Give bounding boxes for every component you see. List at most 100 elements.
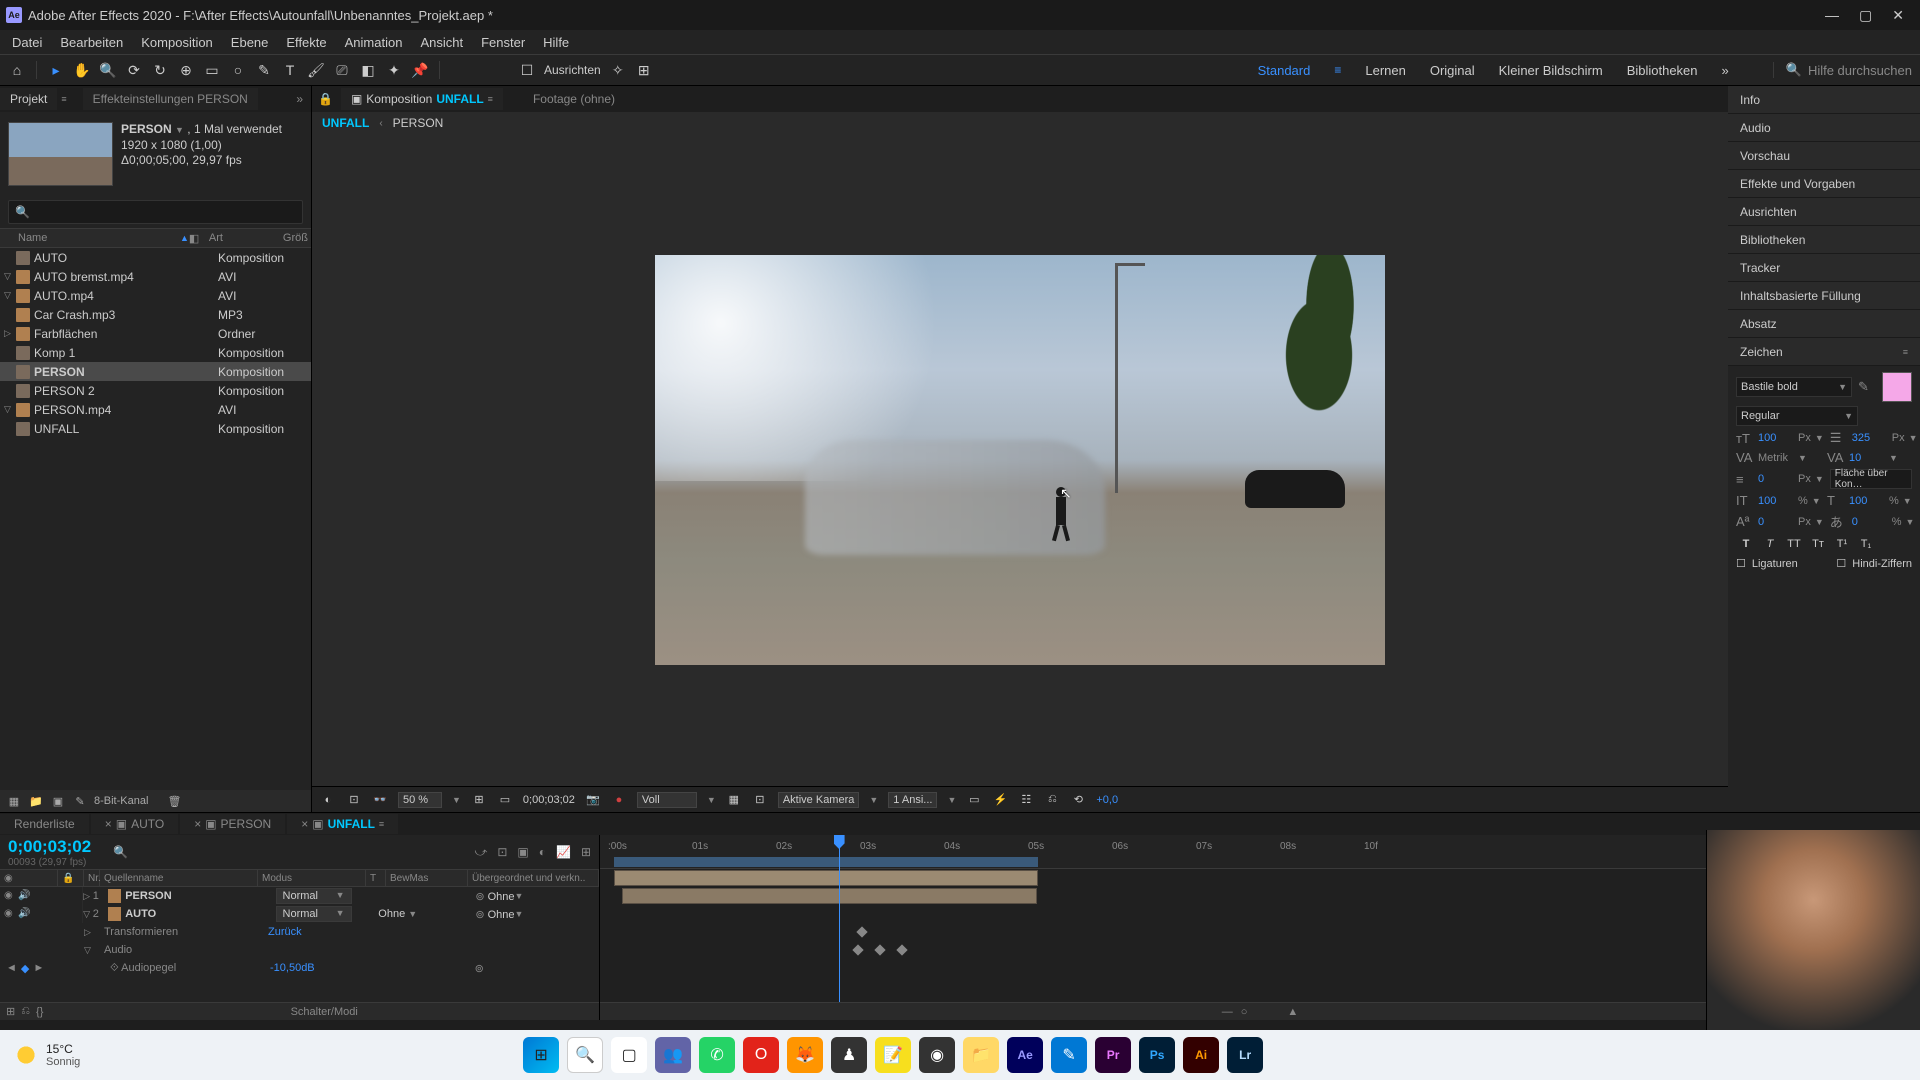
av-toggle-icon[interactable]: ◉: [4, 873, 13, 884]
menu-datei[interactable]: Datei: [4, 33, 50, 52]
views-dropdown[interactable]: 1 Ansi...: [888, 792, 937, 808]
pen-tool-icon[interactable]: ✎: [255, 61, 273, 79]
panel-tracker[interactable]: Tracker: [1728, 254, 1920, 282]
app-icon[interactable]: ✎: [1051, 1037, 1087, 1073]
premiere-icon[interactable]: Pr: [1095, 1037, 1131, 1073]
photoshop-icon[interactable]: Ps: [1139, 1037, 1175, 1073]
col-bewmas[interactable]: BewMas: [386, 870, 468, 886]
layer-bar-2[interactable]: [622, 888, 1037, 904]
color-mgmt-icon[interactable]: ●: [611, 792, 627, 808]
bpc-button[interactable]: 8-Bit-Kanal: [94, 795, 148, 807]
workspace-lernen[interactable]: Lernen: [1365, 63, 1405, 78]
timeline-tab[interactable]: Renderliste: [0, 814, 89, 834]
weather-widget[interactable]: 15°CSonnig: [14, 1042, 80, 1068]
font-size-value[interactable]: 100: [1758, 432, 1794, 444]
tracking-value[interactable]: 10: [1849, 452, 1885, 464]
interpret-icon[interactable]: ▦: [6, 793, 22, 809]
hindi-checkbox[interactable]: ☐: [1836, 557, 1846, 570]
audio-group[interactable]: ▽Audio: [0, 941, 599, 959]
sel-item-menu-icon[interactable]: ▼: [175, 125, 184, 135]
ligature-checkbox[interactable]: ☐: [1736, 557, 1746, 570]
opera-icon[interactable]: O: [743, 1037, 779, 1073]
crumb-unfall[interactable]: UNFALL: [322, 116, 369, 130]
col-groesse[interactable]: Größ: [283, 232, 311, 244]
timeline-layer-row[interactable]: ◉🔊▷1PERSONNormal ▼⊚ Ohne ▼: [0, 887, 599, 905]
stroke-value[interactable]: 0: [1758, 473, 1794, 485]
keyframe-icon[interactable]: [896, 944, 907, 955]
col-label[interactable]: ◧: [189, 232, 209, 245]
pixel-aspect-icon[interactable]: ▭: [966, 792, 982, 808]
col-quellenname[interactable]: Quellenname: [100, 870, 258, 886]
allcaps-button[interactable]: TT: [1784, 535, 1804, 553]
lock-col-icon[interactable]: 🔒: [62, 873, 74, 884]
toggle-switches-icon[interactable]: ⊞: [6, 1005, 15, 1018]
menu-effekte[interactable]: Effekte: [278, 33, 334, 52]
eyedropper-icon[interactable]: ✎: [1858, 379, 1876, 395]
tab-effect-controls[interactable]: Effekteinstellungen PERSON: [83, 88, 258, 110]
superscript-button[interactable]: T¹: [1832, 535, 1852, 553]
project-item[interactable]: ▽PERSON.mp4AVI: [0, 400, 311, 419]
rotate-tool-icon[interactable]: ↻: [151, 61, 169, 79]
resolution-dropdown[interactable]: Voll: [637, 792, 697, 808]
crumb-person[interactable]: PERSON: [393, 116, 444, 130]
orbit-tool-icon[interactable]: ⟳: [125, 61, 143, 79]
panel-zeichen[interactable]: Zeichen≡: [1728, 338, 1920, 366]
panel-ausrichten[interactable]: Ausrichten: [1728, 198, 1920, 226]
task-view-icon[interactable]: ▢: [611, 1037, 647, 1073]
menu-ansicht[interactable]: Ansicht: [412, 33, 471, 52]
delete-icon[interactable]: 🗑: [166, 793, 182, 809]
font-family-dropdown[interactable]: Bastile bold▼: [1736, 377, 1852, 397]
camera-dropdown[interactable]: Aktive Kamera: [778, 792, 860, 808]
draft3d-icon[interactable]: ⊡: [497, 845, 507, 860]
zoom-out-icon[interactable]: —: [1222, 1006, 1233, 1018]
type-tool-icon[interactable]: T: [281, 61, 299, 79]
panel-absatz[interactable]: Absatz: [1728, 310, 1920, 338]
stamp-tool-icon[interactable]: ⎚: [333, 61, 351, 79]
keyframe-icon[interactable]: [874, 944, 885, 955]
tab-footage[interactable]: Footage (ohne): [521, 88, 627, 110]
resolution-icon[interactable]: ⊞: [471, 792, 487, 808]
snap-checkbox[interactable]: ☐: [518, 61, 536, 79]
close-button[interactable]: ✕: [1892, 7, 1904, 24]
timeline-timecode[interactable]: 0;00;03;02: [8, 837, 91, 857]
panel-audio[interactable]: Audio: [1728, 114, 1920, 142]
fill-color-swatch[interactable]: [1882, 372, 1912, 402]
maximize-button[interactable]: ▢: [1859, 7, 1872, 24]
timeline-icon[interactable]: ☷: [1018, 792, 1034, 808]
puppet-tool-icon[interactable]: 📌: [411, 61, 429, 79]
minimize-button[interactable]: —: [1825, 7, 1839, 24]
project-item[interactable]: Komp 1Komposition: [0, 343, 311, 362]
mask-icon[interactable]: 👓: [372, 792, 388, 808]
font-style-dropdown[interactable]: Regular▼: [1736, 406, 1858, 426]
firefox-icon[interactable]: 🦊: [787, 1037, 823, 1073]
search-icon[interactable]: 🔍: [1786, 62, 1802, 78]
fill-over-stroke-dropdown[interactable]: Fläche über Kon…: [1830, 469, 1912, 489]
workspace-kleiner[interactable]: Kleiner Bildschirm: [1499, 63, 1603, 78]
zoom-tool-icon[interactable]: 🔍: [99, 61, 117, 79]
snap-grid-icon[interactable]: ⊞: [635, 61, 653, 79]
project-item[interactable]: ▽AUTO bremst.mp4AVI: [0, 267, 311, 286]
smallcaps-button[interactable]: Tᴛ: [1808, 535, 1828, 553]
reset-exposure-icon[interactable]: ⟲: [1070, 792, 1086, 808]
selection-tool-icon[interactable]: ▸: [47, 61, 65, 79]
taskbar-search-icon[interactable]: 🔍: [567, 1037, 603, 1073]
timeline-tab[interactable]: × ▣ PERSON: [180, 814, 285, 834]
graph-icon[interactable]: 📈: [556, 845, 571, 860]
menu-hilfe[interactable]: Hilfe: [535, 33, 577, 52]
subscript-button[interactable]: T₁: [1856, 535, 1876, 553]
zoom-dropdown[interactable]: 50 %: [398, 792, 442, 808]
frameblend-icon[interactable]: ▣: [517, 845, 528, 860]
playhead[interactable]: [839, 835, 840, 1020]
timeline-tab[interactable]: × ▣ AUTO: [91, 814, 178, 834]
panel-menu-icon[interactable]: ≡: [1903, 347, 1908, 357]
project-item[interactable]: PERSONKomposition: [0, 362, 311, 381]
leading-value[interactable]: 325: [1852, 432, 1888, 444]
audio-level-property[interactable]: ◄◆►⟐ Audiopegel-10,50dB⊚: [0, 959, 599, 977]
app-icon[interactable]: 📝: [875, 1037, 911, 1073]
menu-fenster[interactable]: Fenster: [473, 33, 533, 52]
grid-icon[interactable]: ▦: [726, 792, 742, 808]
project-item[interactable]: AUTOKomposition: [0, 248, 311, 267]
project-list[interactable]: AUTOKomposition▽AUTO bremst.mp4AVI▽AUTO.…: [0, 248, 311, 790]
vscale-value[interactable]: 100: [1758, 495, 1794, 507]
hscale-value[interactable]: 100: [1849, 495, 1885, 507]
